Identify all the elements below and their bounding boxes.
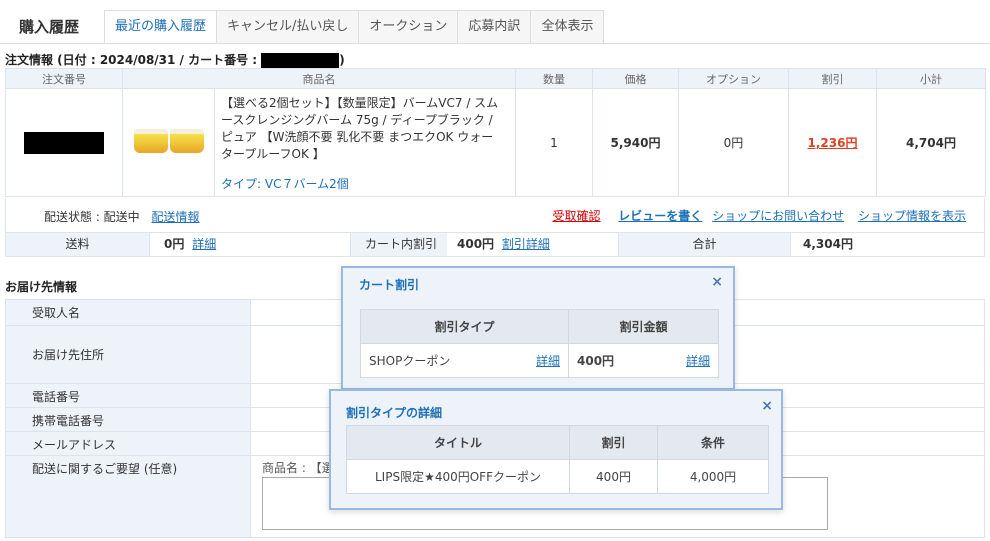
order-number-cell [5,88,123,197]
col-discount: 割引 [569,425,658,460]
cart-discount-label: カート内割引 [351,233,447,256]
coupon-discount: 400円 [569,459,658,494]
col-discount-type: 割引タイプ [360,309,569,344]
col-title: タイトル [346,425,570,460]
cart-discount-table: 割引タイプ 割引金額 SHOPクーポン 詳細 400円 詳細 [360,309,719,378]
tab-cancel-refund[interactable]: キャンセル/払い戻し [217,10,360,44]
cart-discount-detail-link[interactable]: 割引詳細 [502,237,550,251]
col-discount: 割引 [788,68,877,89]
header: 購入履歴 最近の購入履歴 キャンセル/払い戻し オークション 応募内訳 全体表示 [0,0,990,44]
product-image[interactable] [122,88,215,197]
phone-label: 電話番号 [5,383,251,408]
order-heading: 注文情報 (日付 : 2024/08/31 / カート番号 : ) [5,52,345,69]
tab-recent[interactable]: 最近の購入履歴 [104,10,218,44]
address-label: お届け先住所 [5,325,251,384]
col-order-number: 注文番号 [5,68,123,89]
table-row: 【選べる2個セット】【数量限定】バームVC7 / スムースクレンジングバーム 7… [5,88,986,197]
request-product-label: 商品名 : 【選 [262,461,334,475]
col-product-name: 商品名 [122,68,516,89]
mobile-label: 携帯電話番号 [5,407,251,432]
page-title: 購入履歴 [19,18,80,36]
price-cell: 5,940円 [592,88,679,197]
delivery-title: お届け先情報 [5,280,78,294]
discount-type-detail-link[interactable]: 詳細 [536,352,560,369]
product-type: タイプ: VC７バーム2個 [221,177,349,191]
table-row: LIPS限定★400円OFFクーポン 400円 4,000円 [346,459,769,494]
redacted-cart-number [261,52,340,69]
col-price: 価格 [592,68,679,89]
discount-detail-table: タイトル 割引 条件 LIPS限定★400円OFFクーポン 400円 4,000… [346,425,769,494]
discount-cell: 1,236円 [788,88,877,197]
col-quantity: 数量 [515,68,593,89]
total-value: 4,304円 [803,237,853,251]
coupon-title: LIPS限定★400円OFFクーポン [346,459,570,494]
col-option: オプション [678,68,789,89]
table-row: SHOPクーポン 詳細 400円 詳細 [360,343,719,378]
col-discount-amount: 割引金額 [568,309,719,344]
shipping-detail-link[interactable]: 詳細 [192,237,216,251]
delivery-info-link[interactable]: 配送情報 [152,210,200,224]
subtotal-cell: 4,704円 [876,88,986,197]
close-icon[interactable]: × [711,274,723,290]
discount-link[interactable]: 1,236円 [808,136,858,150]
shop-inquiry-link[interactable]: ショップにお問い合わせ [712,209,844,223]
totals-row: 送料 0円 詳細 カート内割引 400円 割引詳細 合計 4,304円 [5,232,985,257]
order-table: 注文番号 商品名 数量 価格 オプション 割引 小計 【選べる2個セット】【数量… [5,68,986,197]
delivery-status: 配送状態 : 配送中 [44,210,140,224]
product-name[interactable]: 【選べる2個セット】【数量限定】バームVC7 / スムースクレンジングバーム 7… [221,95,505,163]
discount-amount-detail-link[interactable]: 詳細 [686,352,710,369]
redacted-order-number [24,131,104,154]
discount-type-value: SHOPクーポン [369,354,451,368]
cart-discount-value: 400円 [457,237,495,251]
tab-auction[interactable]: オークション [359,10,459,44]
coupon-condition: 4,000円 [657,459,769,494]
total-label: 合計 [619,233,791,256]
tab-entries[interactable]: 応募内訳 [458,10,532,44]
tab-all[interactable]: 全体表示 [531,10,605,44]
header-divider [0,43,990,44]
close-icon[interactable]: × [761,398,773,414]
col-subtotal: 小計 [876,68,986,89]
shop-info-link[interactable]: ショップ情報を表示 [858,209,966,223]
email-label: メールアドレス [5,431,251,456]
option-cell: 0円 [678,88,789,197]
product-jar-image [169,129,204,153]
product-cell: 【選べる2個セット】【数量限定】バームVC7 / スムースクレンジングバーム 7… [214,88,516,197]
cart-discount-popup: カート割引 × 割引タイプ 割引金額 SHOPクーポン 詳細 400円 詳細 [341,266,735,390]
shipping-value: 0円 [164,237,185,251]
discount-detail-popup: 割引タイプの詳細 × タイトル 割引 条件 LIPS限定★400円OFFクーポン… [329,389,783,510]
quantity-cell: 1 [515,88,593,197]
discount-detail-popup-title: 割引タイプの詳細 [346,406,443,420]
shipping-label: 送料 [6,233,150,256]
cart-discount-popup-title: カート割引 [359,278,420,292]
product-jar-image [133,129,168,153]
discount-amount-value: 400円 [577,354,615,368]
tab-bar: 最近の購入履歴 キャンセル/払い戻し オークション 応募内訳 全体表示 [104,10,605,44]
write-review-link[interactable]: レビューを書く [618,209,702,223]
status-row: 配送状態 : 配送中 配送情報 受取確認 レビューを書く ショップにお問い合わせ… [5,198,985,232]
col-condition: 条件 [657,425,769,460]
recipient-name-label: 受取人名 [5,299,251,326]
request-label: 配送に関するご要望 (任意) [5,455,251,538]
confirm-receipt-link[interactable]: 受取確認 [552,209,600,223]
